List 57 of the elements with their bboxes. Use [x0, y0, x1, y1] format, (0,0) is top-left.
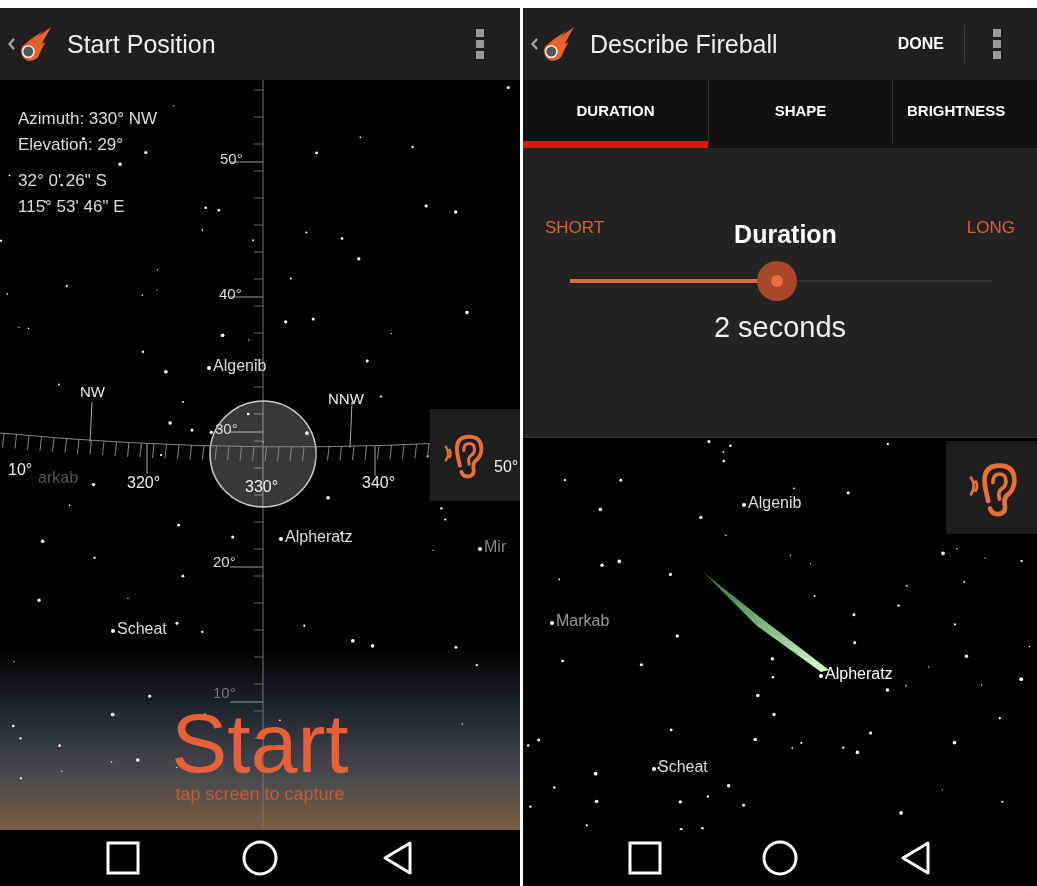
star-dot: [111, 629, 115, 633]
gps-coordinate: 32° 0' 26" S: [18, 170, 108, 192]
slider-min-label: SHORT: [545, 218, 605, 238]
star-dot: [478, 547, 482, 551]
home-icon[interactable]: [242, 840, 278, 876]
elevation-label: 10°: [213, 684, 236, 701]
azimuth-label: 330°: [245, 478, 279, 496]
recent-apps-icon[interactable]: [628, 841, 663, 875]
compass-direction-label: NNW: [328, 390, 364, 407]
capture-hint: tap screen to capture: [175, 784, 345, 805]
back-chevron-icon[interactable]: [531, 38, 538, 50]
star-dot: [550, 621, 554, 625]
sky-view[interactable]: 50° 40° 30° 20° 10° NW NNW arkab Algenib Alpheratz Mir Scheat 10° 320° 330° 340° 50° Azimuth: 330° NW Elevation: 29° 32° 0' 26" S 115° 53' 46" E Start tap screen to capture: [0, 80, 520, 830]
audio-button[interactable]: [430, 409, 520, 501]
star-dot: [652, 767, 656, 771]
compass-direction-label: NW: [80, 383, 105, 400]
azimuth-label: 10°: [8, 461, 33, 479]
star-name-label: Alpheratz: [285, 528, 353, 546]
star-dot: [207, 366, 211, 370]
star-dot: [819, 674, 823, 678]
elevation-label: 50°: [220, 150, 243, 167]
orientation-readout: Azimuth: 330° NW: [18, 108, 158, 130]
azimuth-label: 320°: [127, 474, 161, 492]
audio-button[interactable]: [946, 441, 1037, 534]
star-name-label: Scheat: [658, 758, 708, 776]
star-name-label: Mir: [484, 538, 507, 556]
elevation-label: 30°: [215, 420, 238, 437]
orientation-readout: Elevation: 29°: [18, 134, 125, 156]
back-icon[interactable]: [381, 841, 412, 875]
screen-title: Describe Fireball: [590, 29, 779, 59]
slider-thumb[interactable]: [756, 261, 797, 301]
slider-title: Duration: [734, 220, 837, 249]
slider-max-label: LONG: [966, 218, 1015, 238]
star-name-label: Algenib: [748, 494, 802, 512]
star-name-label: arkab: [38, 469, 79, 487]
gps-coordinate: 115° 53' 46" E: [18, 196, 126, 218]
elevation-label: 40°: [219, 285, 242, 302]
back-icon[interactable]: [899, 841, 930, 875]
overflow-menu-icon[interactable]: [993, 29, 1001, 59]
duration-slider[interactable]: [570, 261, 992, 301]
star-name-label: Alpheratz: [825, 665, 893, 683]
star-name-label: Algenib: [213, 357, 267, 375]
star-name-label: Scheat: [117, 620, 167, 638]
azimuth-label: 340°: [362, 474, 396, 492]
done-button[interactable]: DONE: [893, 29, 948, 59]
home-icon[interactable]: [762, 840, 798, 876]
slider-reading: 2 seconds: [712, 311, 848, 344]
recent-apps-icon[interactable]: [106, 841, 141, 875]
star-name-label: Markab: [556, 612, 610, 630]
back-chevron-icon[interactable]: [8, 38, 15, 50]
star-dot: [279, 537, 283, 541]
star-dot: [742, 503, 746, 507]
tab[interactable]: BRIGHTNESS: [893, 80, 1037, 148]
screen-title: Start Position: [67, 29, 217, 59]
elevation-label: 20°: [213, 553, 236, 570]
azimuth-label: 50°: [494, 458, 519, 476]
overflow-menu-icon[interactable]: [476, 29, 484, 59]
